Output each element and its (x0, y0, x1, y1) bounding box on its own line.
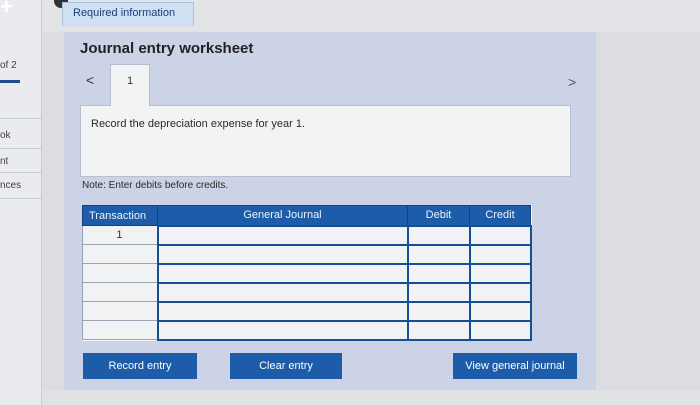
account-field[interactable] (156, 319, 409, 341)
table-row (82, 300, 532, 322)
sidebar-divider (0, 198, 42, 199)
debit-field[interactable] (406, 300, 471, 322)
credit-field[interactable] (468, 224, 532, 246)
credit-field[interactable] (468, 319, 532, 341)
clear-entry-button[interactable]: Clear entry (230, 353, 342, 379)
view-general-journal-button[interactable]: View general journal (453, 353, 577, 379)
debit-field[interactable] (406, 319, 471, 341)
table-row: 1 (82, 224, 532, 246)
left-sidebar: + of 2 ok nt nces (0, 0, 42, 405)
tab-required-information[interactable]: Required information (62, 2, 194, 26)
column-header-general-journal: General Journal (157, 205, 408, 226)
transaction-cell (82, 244, 158, 264)
credit-field[interactable] (468, 243, 532, 265)
account-field[interactable] (156, 300, 409, 322)
column-header-credit: Credit (469, 205, 531, 226)
tab-entry-1[interactable]: 1 (110, 64, 150, 106)
debit-field[interactable] (406, 281, 471, 303)
sidebar-item-references[interactable]: nces (0, 180, 21, 191)
sidebar-item-print[interactable]: nt (0, 156, 8, 167)
account-field[interactable] (156, 243, 409, 265)
debit-field[interactable] (406, 224, 471, 246)
column-header-transaction: Transaction (82, 205, 158, 226)
sidebar-divider (0, 172, 42, 173)
debit-field[interactable] (406, 262, 471, 284)
transaction-cell (82, 301, 158, 321)
chevron-right-icon[interactable]: > (568, 74, 576, 90)
column-header-debit: Debit (407, 205, 470, 226)
page-counter: of 2 (0, 60, 17, 71)
bottom-bar (42, 390, 700, 405)
credit-field[interactable] (468, 281, 532, 303)
account-field[interactable] (156, 262, 409, 284)
sidebar-item-ebook[interactable]: ok (0, 130, 11, 141)
active-indicator (0, 80, 20, 83)
table-row (82, 243, 532, 265)
account-field[interactable] (156, 281, 409, 303)
chevron-left-icon[interactable]: < (86, 72, 94, 88)
page-title: Journal entry worksheet (80, 40, 254, 57)
transaction-cell (82, 282, 158, 302)
table-row (82, 281, 532, 303)
credit-field[interactable] (468, 300, 532, 322)
record-entry-button[interactable]: Record entry (83, 353, 197, 379)
table-row (82, 319, 532, 341)
debit-field[interactable] (406, 243, 471, 265)
table-row (82, 262, 532, 284)
instruction-text: Record the depreciation expense for year… (91, 118, 306, 130)
account-field[interactable] (156, 224, 409, 246)
journal-entry-table: Transaction General Journal Debit Credit… (82, 205, 532, 341)
transaction-cell: 1 (82, 225, 158, 245)
credit-field[interactable] (468, 262, 532, 284)
transaction-cell (82, 263, 158, 283)
transaction-cell (82, 320, 158, 340)
sidebar-divider (0, 148, 42, 149)
instruction-box: Record the depreciation expense for year… (80, 105, 571, 177)
plus-icon[interactable]: + (0, 0, 20, 18)
note-text: Note: Enter debits before credits. (82, 180, 229, 191)
sidebar-divider (0, 118, 42, 119)
